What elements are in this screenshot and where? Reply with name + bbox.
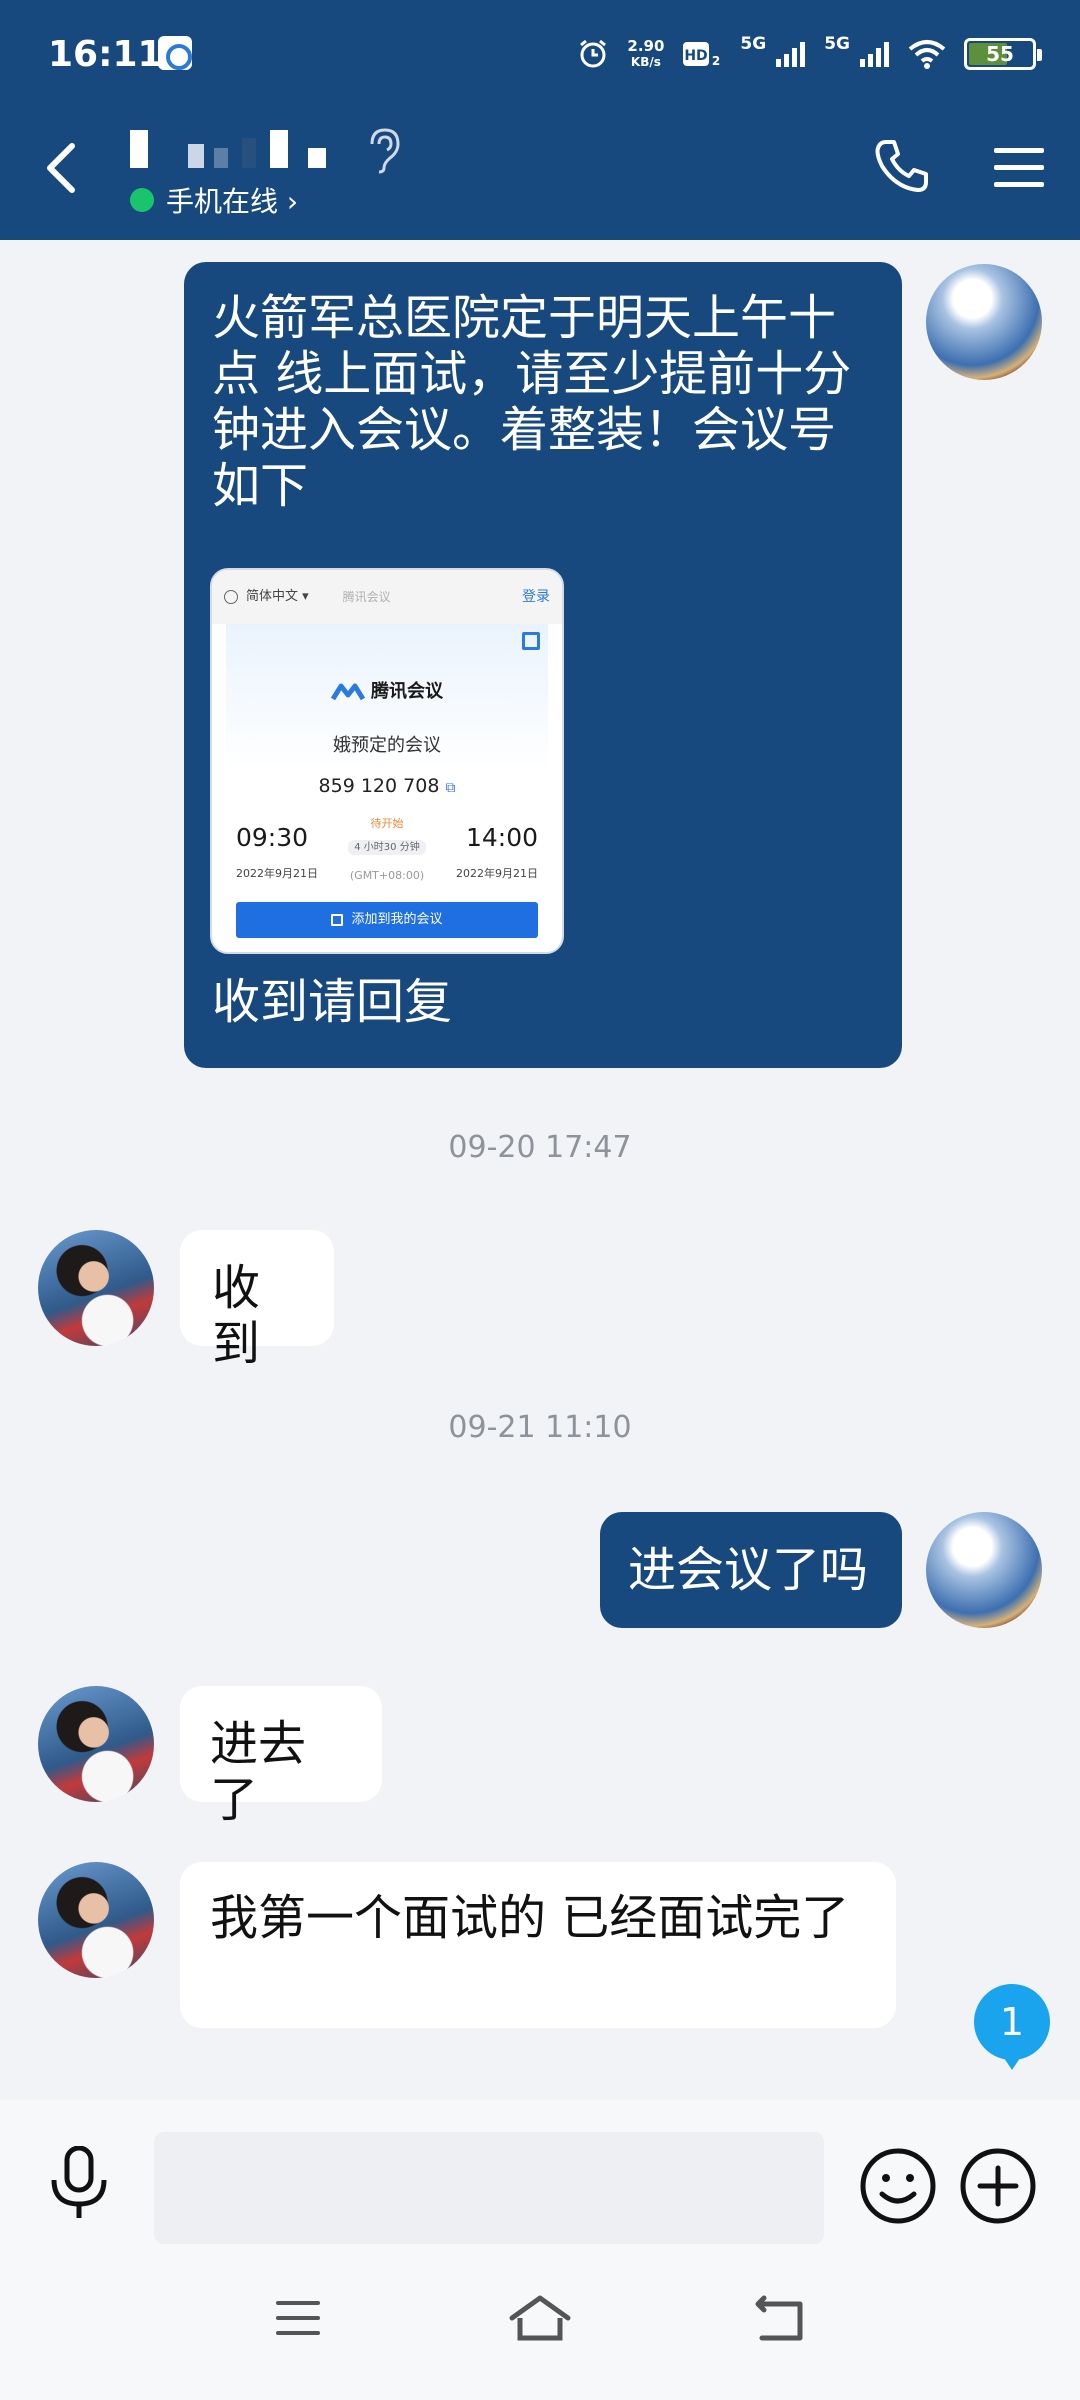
emoji-icon: [860, 2148, 936, 2224]
nav-back-button[interactable]: [752, 2294, 808, 2346]
tencent-meeting-logo-icon: [331, 683, 365, 701]
incoming-message-bubble[interactable]: 进去了: [180, 1686, 382, 1828]
unread-count-badge[interactable]: 1: [974, 1984, 1050, 2070]
status-indicators: 2.90 KB/s HD 2 5G 5G 55: [577, 34, 1042, 74]
back-button[interactable]: [38, 138, 88, 198]
message-text-reply: 收到请回复: [212, 974, 453, 1030]
redaction-block: [130, 130, 148, 168]
meeting-screenshot-image[interactable]: 简体中文 ▾ 腾讯会议 登录 腾讯会议 娥预定的会议 859 120 708 ⧉…: [210, 568, 564, 954]
contact-avatar[interactable]: [38, 1230, 154, 1346]
contact-name-redacted[interactable]: [130, 128, 340, 170]
hd-icon: HD 2: [682, 39, 722, 69]
input-bar: [0, 2100, 1080, 2250]
call-button[interactable]: [872, 136, 932, 200]
svg-text:2: 2: [712, 54, 720, 68]
signal-1-icon: [776, 41, 806, 67]
message-text: 进去了: [210, 1716, 307, 1828]
signal-2-label: 5G: [824, 34, 850, 54]
incoming-message-bubble[interactable]: 收到: [180, 1230, 334, 1372]
status-time: 16:11: [48, 34, 163, 75]
card-mini-logo: 腾讯会议: [342, 590, 391, 604]
plus-icon: [960, 2148, 1036, 2224]
card-language: 简体中文 ▾: [246, 589, 309, 604]
alarm-icon: [577, 38, 609, 70]
redaction-block: [242, 138, 256, 168]
message-text: 我第一个面试的 已经面试完了: [210, 1890, 850, 1946]
card-login: 登录: [522, 589, 550, 605]
meeting-id-value: 859 120 708: [318, 775, 440, 797]
battery-level: 55: [986, 42, 1014, 66]
phone-icon: [875, 140, 928, 192]
ear-icon[interactable]: [364, 126, 404, 178]
signal-1-label: 5G: [740, 34, 767, 54]
timestamp: 09-20 17:47: [448, 1130, 632, 1165]
card-top-bar: 简体中文 ▾ 腾讯会议 登录: [212, 570, 562, 624]
outgoing-message-bubble[interactable]: 进会议了吗: [600, 1512, 902, 1628]
my-avatar[interactable]: [926, 1512, 1042, 1628]
qr-code-icon: [522, 632, 540, 650]
outgoing-message-bubble[interactable]: 火箭军总医院定于明天上午十点 线上面试，请至少提前十分钟进入会议。着整装！会议号…: [184, 262, 902, 1068]
presence-status[interactable]: 手机在线 ›: [130, 180, 298, 220]
online-dot: [130, 188, 154, 212]
chat-header: 16:11 2.90 KB/s HD 2 5G 5G 55 手机在线 ›: [0, 0, 1080, 240]
card-add-meeting-button: 添加到我的会议: [236, 902, 538, 938]
microphone-icon: [51, 2145, 107, 2218]
tencent-meeting-logo: 腾讯会议: [226, 664, 548, 720]
signal-2-icon: [860, 41, 890, 67]
more-menu-button[interactable]: [994, 146, 1044, 194]
nav-menu-icon: [276, 2301, 320, 2335]
globe-icon: [224, 590, 238, 604]
presence-label: 手机在线 ›: [166, 185, 299, 218]
more-actions-button[interactable]: [958, 2146, 1038, 2230]
nav-back-icon: [755, 2295, 803, 2341]
my-avatar[interactable]: [926, 264, 1042, 380]
emoji-button[interactable]: [858, 2146, 938, 2230]
status-bar: 16:11 2.90 KB/s HD 2 5G 5G 55: [0, 0, 1080, 110]
copy-icon: ⧉: [445, 780, 456, 796]
redaction-block: [214, 148, 228, 168]
menu-icon: [994, 148, 1044, 187]
redaction-block: [188, 144, 204, 168]
redaction-block: [270, 130, 288, 168]
contact-avatar[interactable]: [38, 1686, 154, 1802]
redaction-block: [308, 148, 326, 168]
app-notification-icon: [158, 36, 192, 70]
net-speed: 2.90 KB/s: [627, 38, 664, 70]
card-body: 腾讯会议 娥预定的会议 859 120 708 ⧉ 待开始 09:30 14:0…: [226, 624, 548, 952]
svg-text:HD: HD: [685, 48, 708, 64]
voice-button[interactable]: [44, 2145, 114, 2226]
calendar-icon: [331, 914, 344, 926]
message-text: 火箭军总医院定于明天上午十点 线上面试，请至少提前十分钟进入会议。着整装！会议号…: [212, 290, 852, 514]
net-speed-value: 2.90: [627, 37, 665, 55]
card-add-label: 添加到我的会议: [351, 912, 443, 927]
nav-home-icon: [509, 2295, 571, 2341]
message-text: 收到: [212, 1260, 261, 1372]
system-nav-bar: [0, 2250, 1080, 2400]
nav-home-button[interactable]: [508, 2294, 572, 2346]
timestamp: 09-21 11:10: [448, 1410, 632, 1445]
contact-avatar[interactable]: [38, 1862, 154, 1978]
nav-recents-button[interactable]: [274, 2298, 322, 2342]
back-arrow-icon: [47, 143, 75, 193]
chat-area[interactable]: 火箭军总医院定于明天上午十点 线上面试，请至少提前十分钟进入会议。着整装！会议号…: [0, 240, 1080, 2100]
message-input[interactable]: [154, 2132, 824, 2244]
message-text: 进会议了吗: [628, 1542, 869, 1598]
incoming-message-bubble[interactable]: 我第一个面试的 已经面试完了: [180, 1862, 896, 2028]
wifi-icon: [908, 39, 946, 69]
battery-icon: 55: [964, 38, 1042, 70]
card-logo-text: 腾讯会议: [371, 681, 443, 702]
net-speed-unit: KB/s: [630, 55, 661, 69]
